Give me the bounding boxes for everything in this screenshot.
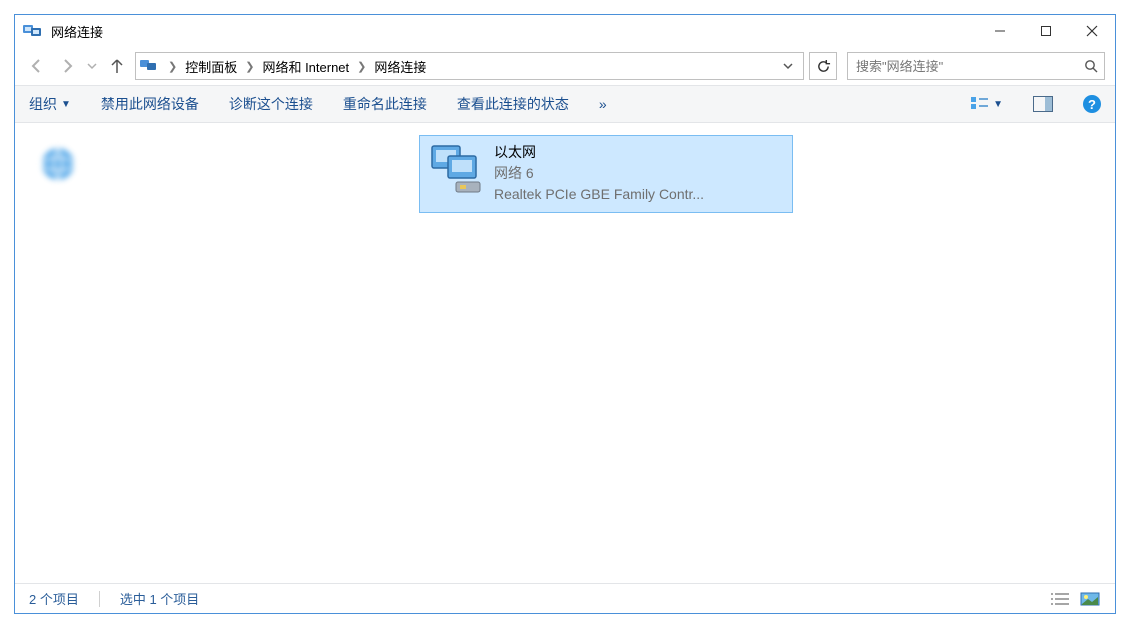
- connection-item-ethernet[interactable]: 以太网 网络 6 Realtek PCIe GBE Family Contr..…: [419, 135, 793, 213]
- address-bar[interactable]: ❯ 控制面板 ❯ 网络和 Internet ❯ 网络连接: [135, 52, 804, 80]
- rename-button[interactable]: 重命名此连接: [343, 94, 427, 114]
- network-adapter-icon: [38, 142, 94, 198]
- command-toolbar: 组织 ▼ 禁用此网络设备 诊断这个连接 重命名此连接 查看此连接的状态 » ▼ …: [15, 85, 1115, 123]
- network-adapter-icon: [428, 142, 484, 198]
- breadcrumb-item[interactable]: 网络和 Internet: [262, 57, 349, 76]
- connection-device: Realtek PCIe GBE Family Contr...: [494, 184, 704, 205]
- app-icon: [23, 23, 43, 39]
- preview-pane-button[interactable]: [1033, 96, 1053, 112]
- organize-menu[interactable]: 组织 ▼: [29, 94, 71, 114]
- chevron-right-icon: ❯: [351, 60, 372, 73]
- item-count: 2 个项目: [29, 589, 79, 608]
- chevron-down-icon: ▼: [993, 99, 1003, 110]
- connection-item[interactable]: [29, 135, 403, 213]
- diagnose-button[interactable]: 诊断这个连接: [229, 94, 313, 114]
- selection-count: 选中 1 个项目: [120, 589, 199, 608]
- maximize-button[interactable]: [1023, 16, 1069, 46]
- search-box[interactable]: [847, 52, 1105, 80]
- breadcrumb: ❯ 控制面板 ❯ 网络和 Internet ❯ 网络连接: [162, 57, 426, 76]
- view-options-button[interactable]: ▼: [970, 96, 1003, 112]
- connection-name: 以太网: [494, 142, 704, 163]
- icons-view-button[interactable]: [1079, 591, 1101, 607]
- address-dropdown[interactable]: [777, 61, 799, 71]
- statusbar: 2 个项目 选中 1 个项目: [15, 583, 1115, 613]
- address-icon: [140, 58, 158, 74]
- history-dropdown[interactable]: [85, 54, 99, 78]
- window-controls: [977, 16, 1115, 46]
- details-view-button[interactable]: [1049, 591, 1071, 607]
- chevron-right-icon: ❯: [162, 60, 183, 73]
- window-title: 网络连接: [51, 22, 103, 41]
- connection-status: 网络 6: [494, 163, 704, 184]
- view-status-button[interactable]: 查看此连接的状态: [457, 94, 569, 114]
- search-input[interactable]: [854, 58, 1084, 75]
- forward-button[interactable]: [55, 54, 79, 78]
- back-button[interactable]: [25, 54, 49, 78]
- minimize-button[interactable]: [977, 16, 1023, 46]
- content-area: 以太网 网络 6 Realtek PCIe GBE Family Contr..…: [15, 123, 1115, 583]
- chevron-right-icon: ❯: [239, 60, 260, 73]
- chevron-down-icon: ▼: [61, 99, 71, 110]
- refresh-button[interactable]: [809, 52, 837, 80]
- overflow-button[interactable]: »: [599, 96, 607, 112]
- breadcrumb-item[interactable]: 网络连接: [374, 57, 426, 76]
- close-button[interactable]: [1069, 16, 1115, 46]
- help-button[interactable]: ?: [1083, 95, 1101, 113]
- divider: [99, 591, 100, 607]
- breadcrumb-item[interactable]: 控制面板: [185, 57, 237, 76]
- titlebar: 网络连接: [15, 15, 1115, 47]
- network-connections-window: 网络连接: [14, 14, 1116, 614]
- disable-device-button[interactable]: 禁用此网络设备: [101, 94, 199, 114]
- up-button[interactable]: [105, 54, 129, 78]
- nav-row: ❯ 控制面板 ❯ 网络和 Internet ❯ 网络连接: [15, 47, 1115, 85]
- organize-label: 组织: [29, 94, 57, 114]
- search-icon[interactable]: [1084, 59, 1098, 73]
